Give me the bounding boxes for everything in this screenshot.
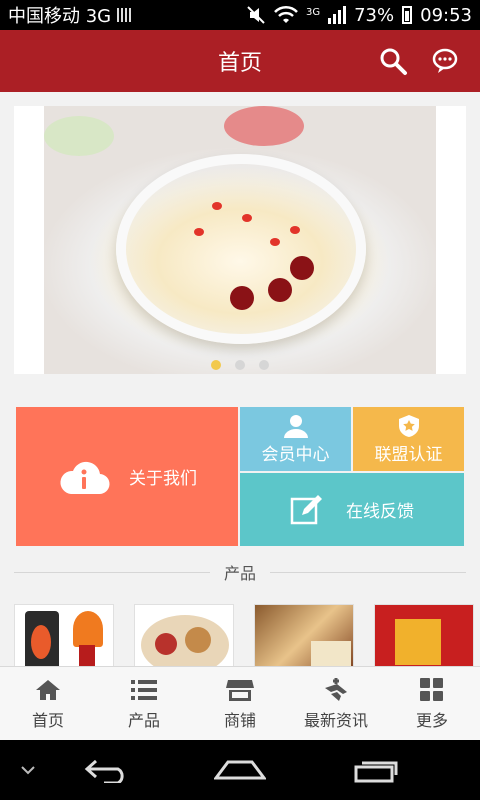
- system-navigation-bar: [0, 740, 480, 800]
- sim-activity-icon: [117, 8, 132, 22]
- goji-berry: [242, 214, 252, 222]
- recent-apps-icon: [354, 761, 398, 783]
- page-title: 首页: [217, 51, 262, 76]
- nav-item-shops[interactable]: 商铺: [192, 667, 288, 741]
- products-section-title: 产品: [224, 564, 257, 583]
- product-card[interactable]: [374, 604, 474, 670]
- goji-berry: [194, 228, 204, 236]
- nav-item-more[interactable]: 更多: [384, 667, 480, 741]
- back-icon: [84, 759, 124, 783]
- product-card[interactable]: [14, 604, 114, 670]
- product-image: [185, 627, 211, 653]
- wifi-icon: [274, 5, 298, 23]
- red-date: [230, 286, 254, 310]
- products-section-header: 产品: [14, 560, 467, 584]
- banner-carousel[interactable]: [14, 106, 466, 374]
- network-type: 3G: [305, 6, 321, 18]
- battery-icon: [402, 6, 413, 24]
- league-certification-label: 联盟认证: [374, 444, 443, 465]
- nav-item-products[interactable]: 产品: [96, 667, 192, 741]
- nav-item-news[interactable]: 最新资讯: [288, 667, 384, 741]
- product-image: [31, 625, 51, 659]
- user-icon: [283, 414, 308, 438]
- carousel-dot[interactable]: [259, 360, 269, 370]
- divider: [270, 571, 467, 573]
- bottom-navigation: 首页 产品 商铺 最新资讯 更多: [0, 666, 480, 741]
- online-feedback-tile[interactable]: 在线反馈: [240, 473, 464, 546]
- product-image: [311, 641, 351, 667]
- hide-keyboard-button[interactable]: [14, 752, 42, 788]
- banner-image: [44, 106, 436, 374]
- leaf-decor: [44, 116, 114, 156]
- home-icon: [36, 680, 60, 700]
- goji-berry: [290, 226, 300, 234]
- back-button[interactable]: [80, 752, 136, 788]
- edit-icon: [290, 494, 322, 524]
- cloud-info-icon: [60, 461, 110, 494]
- battery-percent: 73%: [354, 4, 395, 26]
- nav-label: 首页: [31, 711, 64, 730]
- message-icon: [432, 48, 458, 73]
- nav-label: 更多: [415, 711, 448, 730]
- divider: [14, 571, 210, 573]
- chevron-down-icon: [21, 766, 35, 775]
- member-center-tile[interactable]: 会员中心: [240, 407, 351, 471]
- recent-apps-button[interactable]: [348, 752, 404, 788]
- product-image: [155, 633, 177, 655]
- about-us-tile[interactable]: 关于我们: [16, 407, 238, 546]
- home-outline-icon: [214, 760, 266, 780]
- nav-label: 最新资讯: [303, 711, 368, 730]
- shield-star-icon: [398, 414, 419, 437]
- goji-berry: [270, 238, 280, 246]
- search-icon: [380, 48, 407, 75]
- news-icon: [325, 678, 347, 701]
- bowl-shape: [116, 154, 366, 344]
- league-certification-tile[interactable]: 联盟认证: [353, 407, 464, 471]
- home-system-button[interactable]: [212, 752, 268, 788]
- member-center-label: 会员中心: [261, 444, 330, 465]
- carrier-label: 中国移动 3G: [8, 6, 112, 27]
- message-button[interactable]: [426, 42, 464, 80]
- nav-label: 商铺: [223, 711, 256, 730]
- nav-label: 产品: [127, 711, 160, 730]
- about-us-label: 关于我们: [129, 469, 197, 489]
- rose-flower: [224, 106, 304, 146]
- shop-icon: [226, 680, 254, 701]
- search-button[interactable]: [374, 42, 412, 80]
- list-icon: [131, 680, 157, 700]
- online-feedback-label: 在线反馈: [346, 502, 414, 522]
- status-bar: 中国移动 3G 3G 73% 09:53: [0, 0, 480, 30]
- carousel-dot[interactable]: [211, 360, 221, 370]
- product-image: [73, 611, 103, 647]
- product-image: [395, 619, 441, 665]
- signal-icon: [328, 6, 347, 24]
- app-header: 首页: [0, 30, 480, 92]
- carousel-indicators: [14, 360, 466, 370]
- red-date: [268, 278, 292, 302]
- carousel-dot[interactable]: [235, 360, 245, 370]
- clock: 09:53: [420, 4, 472, 26]
- mute-icon: [247, 6, 265, 24]
- red-date: [290, 256, 314, 280]
- grid-icon: [420, 678, 443, 701]
- goji-berry: [212, 202, 222, 210]
- product-card[interactable]: [134, 604, 234, 670]
- product-card[interactable]: [254, 604, 354, 670]
- nav-item-home[interactable]: 首页: [0, 667, 96, 741]
